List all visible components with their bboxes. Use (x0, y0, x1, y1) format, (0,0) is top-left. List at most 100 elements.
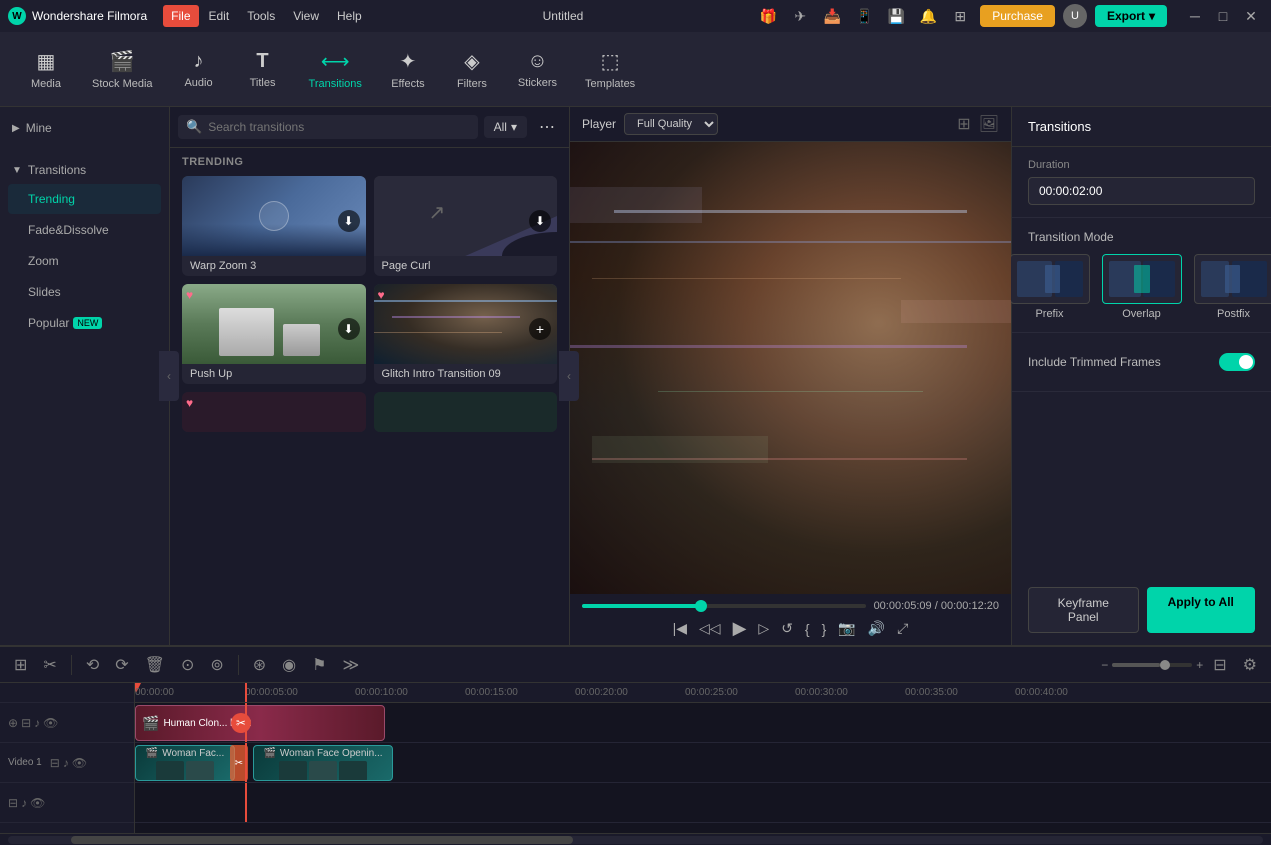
menu-view[interactable]: View (285, 5, 327, 27)
sidebar-item-trending[interactable]: Trending (8, 184, 161, 214)
track-2-eye-btn[interactable]: 👁 (43, 716, 58, 730)
warp-zoom-download-icon[interactable]: ⬇ (338, 210, 360, 232)
timeline-layout-btn[interactable]: ⊟ (1207, 651, 1232, 679)
track-1-audio-btn[interactable]: ♪ (63, 756, 69, 770)
toolbar-templates[interactable]: ⬚ Templates (573, 41, 647, 98)
step-forward-icon[interactable]: ▷ (758, 620, 769, 637)
sidebar-item-fade-dissolve[interactable]: Fade&Dissolve (8, 215, 161, 245)
zoom-handle[interactable] (1160, 660, 1170, 670)
sidebar-item-zoom[interactable]: Zoom (8, 246, 161, 276)
camera-icon[interactable]: 📷 (838, 620, 855, 637)
timeline-delete-btn[interactable]: 🗑 (139, 651, 171, 679)
toolbar-titles[interactable]: T Titles (233, 42, 293, 97)
toolbar-media[interactable]: ▦ Media (16, 41, 76, 98)
timeline-add-track-btn[interactable]: ⊞ (8, 651, 33, 679)
audio-eye-btn[interactable]: 👁 (30, 796, 45, 810)
toolbar-stock-media[interactable]: 🎬 Stock Media (80, 41, 165, 98)
gift-icon[interactable]: 🎁 (756, 4, 780, 28)
toolbar-filters[interactable]: ◈ Filters (442, 41, 502, 98)
progress-handle[interactable] (695, 600, 707, 612)
minimize-button[interactable]: ─ (1183, 4, 1207, 28)
filter-all-button[interactable]: All ▾ (484, 116, 527, 138)
track-1-fold-btn[interactable]: ⊟ (50, 756, 60, 770)
transition-card-page-curl[interactable]: ↗ ⬇ Page Curl (374, 176, 558, 276)
save-icon[interactable]: 💾 (884, 4, 908, 28)
export-button[interactable]: Export ▾ (1095, 5, 1167, 27)
transition-card-extra1[interactable]: ♥ (182, 392, 366, 432)
loop-icon[interactable]: ↺ (781, 620, 793, 637)
mark-in-icon[interactable]: { (805, 621, 810, 637)
toolbar-effects[interactable]: ✦ Effects (378, 41, 438, 98)
timeline-paste-btn[interactable]: ⊚ (204, 651, 229, 679)
grid-view-icon[interactable]: ⊞ (957, 114, 970, 134)
duration-input[interactable] (1028, 177, 1255, 205)
step-back-icon[interactable]: ◁◁ (699, 620, 721, 637)
screen-icon[interactable]: 📱 (852, 4, 876, 28)
apply-to-all-button[interactable]: Apply to All (1147, 587, 1256, 633)
track-2-add-btn[interactable]: ⊕ (8, 716, 18, 730)
keyframe-panel-button[interactable]: Keyframe Panel (1028, 587, 1139, 633)
zoom-slider[interactable] (1112, 663, 1192, 667)
sidebar-item-popular[interactable]: Popular NEW (8, 308, 161, 338)
sidebar-collapse-handle[interactable]: ‹ (159, 351, 179, 401)
transition-card-push-up[interactable]: ♥ ⬇ Push Up (182, 284, 366, 384)
grid-icon[interactable]: ⊞ (948, 4, 972, 28)
track-2-audio-btn[interactable]: ♪ (34, 716, 40, 730)
mode-postfix-thumb[interactable] (1194, 254, 1271, 304)
scrollbar-thumb[interactable] (71, 836, 573, 844)
purchase-button[interactable]: Purchase (980, 5, 1055, 27)
transition-card-warp-zoom[interactable]: ⬇ Warp Zoom 3 (182, 176, 366, 276)
menu-tools[interactable]: Tools (239, 5, 283, 27)
download-icon[interactable]: 📥 (820, 4, 844, 28)
search-box[interactable]: 🔍 (178, 115, 478, 139)
glitch-add-icon[interactable]: + (529, 318, 551, 340)
timeline-marker-btn[interactable]: ⚑ (306, 651, 332, 679)
timeline-undo-btn[interactable]: ⟲ (80, 651, 105, 679)
transition-card-extra2[interactable] (374, 392, 558, 432)
timeline-snap-btn[interactable]: ◉ (276, 651, 302, 679)
menu-edit[interactable]: Edit (201, 5, 238, 27)
maximize-button[interactable]: □ (1211, 4, 1235, 28)
sidebar-item-slides[interactable]: Slides (8, 277, 161, 307)
zoom-minus-icon[interactable]: − (1101, 658, 1108, 672)
notify-icon[interactable]: 🔔 (916, 4, 940, 28)
skip-back-icon[interactable]: |◀ (673, 620, 687, 637)
timeline-split-btn[interactable]: ✂ (37, 651, 62, 679)
sidebar-mine-header[interactable]: ▶ Mine (0, 115, 169, 141)
transitions-list-collapse[interactable]: ‹ (559, 351, 579, 401)
toolbar-stickers[interactable]: ☺ Stickers (506, 42, 569, 97)
volume-icon[interactable]: 🔊 (868, 620, 885, 637)
mode-prefix-thumb[interactable] (1010, 254, 1090, 304)
progress-bar[interactable] (582, 604, 866, 608)
track-2-clip[interactable]: 🎬 Human Clon... lay 2 ✂ (135, 705, 385, 741)
timeline-more-btn[interactable]: ≫ (336, 651, 365, 679)
toolbar-transitions[interactable]: ⟷ Transitions (297, 41, 374, 98)
timeline-settings-btn[interactable]: ⚙ (1237, 651, 1263, 679)
close-button[interactable]: ✕ (1239, 4, 1263, 28)
sidebar-transitions-header[interactable]: ▼ Transitions (0, 157, 169, 183)
timeline-ripple-btn[interactable]: ⊛ (247, 651, 272, 679)
push-up-download-icon[interactable]: ⬇ (338, 318, 360, 340)
timeline-redo-btn[interactable]: ⟳ (109, 651, 134, 679)
timeline-copy-btn[interactable]: ⊙ (175, 651, 200, 679)
mark-out-icon[interactable]: } (822, 621, 827, 637)
audio-mute-btn[interactable]: ♪ (21, 796, 27, 810)
transition-card-glitch-intro[interactable]: ♥ + Glitch Intro Transition 09 (374, 284, 558, 384)
more-options-button[interactable]: ⋯ (533, 115, 561, 139)
mode-overlap-thumb[interactable] (1102, 254, 1182, 304)
fullscreen-icon[interactable]: ⤢ (897, 620, 908, 637)
toolbar-audio[interactable]: ♪ Audio (169, 42, 229, 97)
audio-fold-btn[interactable]: ⊟ (8, 796, 18, 810)
share-icon[interactable]: ✈ (788, 4, 812, 28)
play-button[interactable]: ▶ (733, 618, 747, 639)
photo-icon[interactable]: 🖼 (979, 114, 999, 134)
include-trimmed-toggle[interactable] (1219, 353, 1255, 371)
search-input[interactable] (208, 120, 469, 134)
quality-select[interactable]: Full Quality (624, 113, 718, 135)
user-avatar[interactable]: U (1063, 4, 1087, 28)
track-1-clip-1[interactable]: 🎬 Woman Fac... (135, 745, 235, 781)
zoom-plus-icon[interactable]: + (1196, 658, 1203, 672)
menu-help[interactable]: Help (329, 5, 370, 27)
page-curl-download-icon[interactable]: ⬇ (529, 210, 551, 232)
menu-file[interactable]: File (163, 5, 198, 27)
